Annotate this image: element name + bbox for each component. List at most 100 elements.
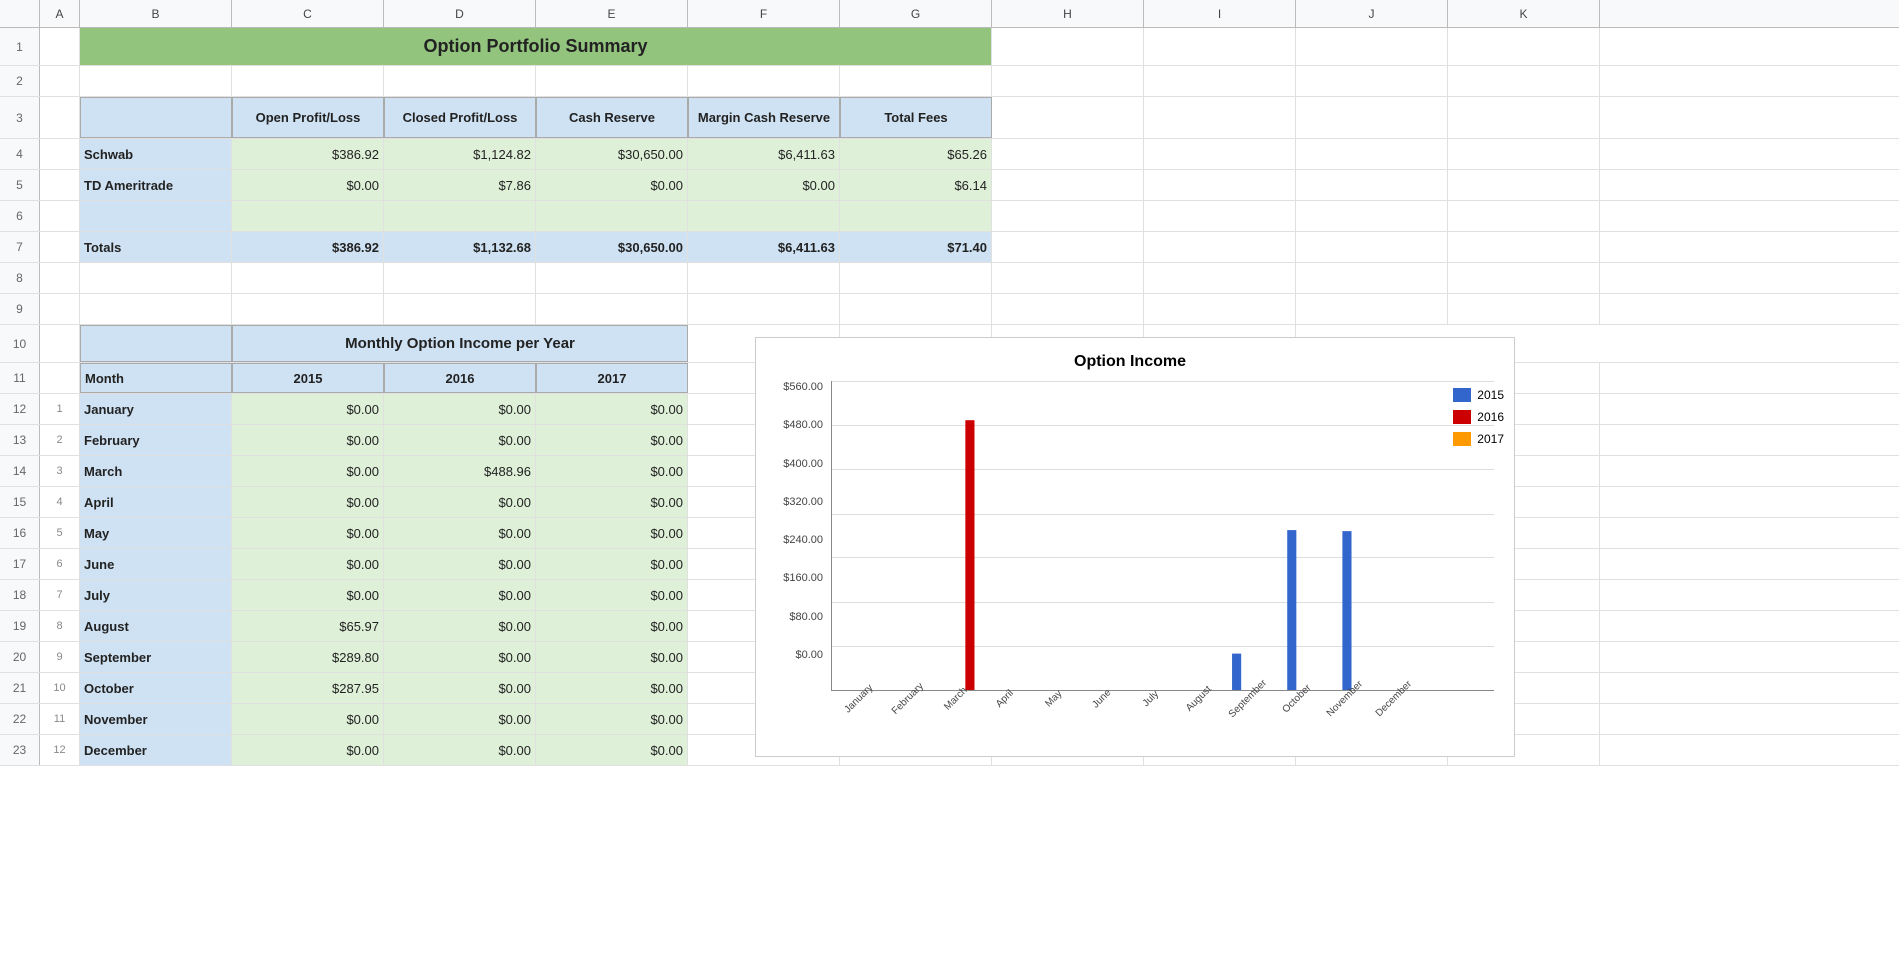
row-17-num: 6 (40, 549, 80, 579)
cell-1i[interactable] (1144, 28, 1296, 65)
col-header-j: J (1296, 0, 1448, 27)
row-19-num: 8 (40, 611, 80, 641)
row-num-15: 15 (0, 487, 40, 517)
oct-2015: $287.95 (232, 673, 384, 703)
schwab-closed: $1,124.82 (384, 139, 536, 169)
legend-color-2017 (1453, 432, 1471, 446)
totals-closed: $1,132.68 (384, 232, 536, 262)
schwab-cash: $30,650.00 (536, 139, 688, 169)
oct-2016: $0.00 (384, 673, 536, 703)
apr-label: April (80, 487, 232, 517)
month-col-header: Month (80, 363, 232, 393)
cell-1j[interactable] (1296, 28, 1448, 65)
schwab-margin: $6,411.63 (688, 139, 840, 169)
summary-open-header: Open Profit/Loss (232, 97, 384, 138)
legend-2015: 2015 (1453, 388, 1504, 402)
schwab-label: Schwab (80, 139, 232, 169)
aug-label: August (80, 611, 232, 641)
x-label-may: May (1043, 688, 1064, 709)
row-num-2: 2 (0, 66, 40, 96)
legend-label-2015: 2015 (1477, 388, 1504, 402)
row-num-7: 7 (0, 232, 40, 262)
jul-2016: $0.00 (384, 580, 536, 610)
row-4: 4 Schwab $386.92 $1,124.82 $30,650.00 $6… (0, 139, 1899, 170)
mar-2016: $488.96 (384, 456, 536, 486)
legend-label-2017: 2017 (1477, 432, 1504, 446)
row-22-num: 11 (40, 704, 80, 734)
col-header-b: B (80, 0, 232, 27)
aug-2016: $0.00 (384, 611, 536, 641)
apr-2016: $0.00 (384, 487, 536, 517)
row-num-12: 12 (0, 394, 40, 424)
row-num-18: 18 (0, 580, 40, 610)
row-num-21: 21 (0, 673, 40, 703)
y-label-400: $400.00 (783, 458, 823, 470)
nov-2017: $0.00 (536, 704, 688, 734)
y-label-560: $560.00 (783, 381, 823, 393)
cell-1h[interactable] (992, 28, 1144, 65)
jul-2015: $0.00 (232, 580, 384, 610)
td-cash: $0.00 (536, 170, 688, 200)
row-9: 9 (0, 294, 1899, 325)
row-num-14: 14 (0, 456, 40, 486)
row-num-10: 10 (0, 325, 40, 362)
aug-2015: $65.97 (232, 611, 384, 641)
sep-label: September (80, 642, 232, 672)
dec-2015: $0.00 (232, 735, 384, 765)
jan-2015: $0.00 (232, 394, 384, 424)
row-num-6: 6 (0, 201, 40, 231)
may-2015: $0.00 (232, 518, 384, 548)
x-label-april: April (994, 688, 1016, 710)
chart-y-axis: $560.00 $480.00 $400.00 $320.00 $240.00 … (766, 381, 831, 691)
row-1: 1 Option Portfolio Summary (0, 28, 1899, 66)
monthly-title: Monthly Option Income per Year (232, 325, 688, 362)
summary-fees-header: Total Fees (840, 97, 992, 138)
schwab-open: $386.92 (232, 139, 384, 169)
row-num-3: 3 (0, 97, 40, 138)
row-num-4: 4 (0, 139, 40, 169)
row-num-22: 22 (0, 704, 40, 734)
apr-2015: $0.00 (232, 487, 384, 517)
jan-2016: $0.00 (384, 394, 536, 424)
row-7: 7 Totals $386.92 $1,132.68 $30,650.00 $6… (0, 232, 1899, 263)
col-header-h: H (992, 0, 1144, 27)
y-label-320: $320.00 (783, 496, 823, 508)
summary-cash-header: Cash Reserve (536, 97, 688, 138)
legend-2016: 2016 (1453, 410, 1504, 424)
row-num-20: 20 (0, 642, 40, 672)
col-header-a: A (40, 0, 80, 27)
chart-title: Option Income (766, 353, 1494, 371)
cell-1k[interactable] (1448, 28, 1600, 65)
column-headers: A B C D E F G H I J K (0, 0, 1899, 28)
totals-cash: $30,650.00 (536, 232, 688, 262)
mar-label: March (80, 456, 232, 486)
col-header-e: E (536, 0, 688, 27)
apr-2017: $0.00 (536, 487, 688, 517)
schwab-fees: $65.26 (840, 139, 992, 169)
totals-margin: $6,411.63 (688, 232, 840, 262)
feb-2016: $0.00 (384, 425, 536, 455)
totals-fees: $71.40 (840, 232, 992, 262)
row-3: 3 Open Profit/Loss Closed Profit/Loss Ca… (0, 97, 1899, 139)
chart-x-labels: JanuaryFebruaryMarchAprilMayJuneJulyAugu… (831, 695, 1414, 755)
row-num-13: 13 (0, 425, 40, 455)
sep-2016: $0.00 (384, 642, 536, 672)
monthly-label-spacer (80, 325, 232, 362)
row-16-num: 5 (40, 518, 80, 548)
nov-2015: $0.00 (232, 704, 384, 734)
row-18-num: 7 (40, 580, 80, 610)
row-num-16: 16 (0, 518, 40, 548)
jun-2015: $0.00 (232, 549, 384, 579)
col-header-f: F (688, 0, 840, 27)
jan-label: January (80, 394, 232, 424)
td-closed: $7.86 (384, 170, 536, 200)
row-20-num: 9 (40, 642, 80, 672)
year-2017-header: 2017 (536, 363, 688, 393)
row-num-1: 1 (0, 28, 40, 65)
td-open: $0.00 (232, 170, 384, 200)
cell-1a[interactable] (40, 28, 80, 65)
row-num-23: 23 (0, 735, 40, 765)
year-2015-header: 2015 (232, 363, 384, 393)
jul-2017: $0.00 (536, 580, 688, 610)
feb-2017: $0.00 (536, 425, 688, 455)
